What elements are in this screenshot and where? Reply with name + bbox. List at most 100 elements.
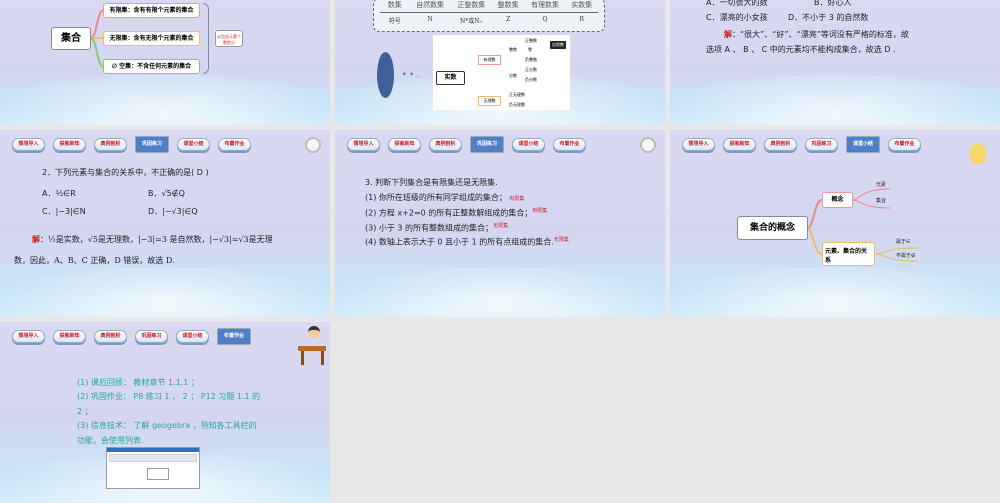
tree-irrational: 无理数 bbox=[478, 96, 501, 106]
slide-thumbnail-1[interactable]: 集合 有限集：含有有限个元素的集合 无限集：含有无限个元素的集合 ∅ 空集：不含… bbox=[0, 0, 330, 125]
solution-line-1: 解：“很大”、“好”、“漂亮”等词没有严格的标准，故 bbox=[724, 29, 909, 40]
slide-thumbnail-5[interactable]: 情境导入 探索新知 典例剖析 巩固练习 课堂小结 布置作业 3. 判断下列集合是有限集还是… bbox=[335, 130, 665, 317]
nav-item[interactable]: 情境导入 bbox=[682, 138, 715, 151]
leaf-element: 元素 bbox=[876, 182, 887, 188]
empty-set-label: 空集：不含任何元素的集合 bbox=[119, 63, 192, 70]
tree-negative-fraction: 负分数 bbox=[525, 77, 537, 82]
slide-thumbnail-6[interactable]: 情境导入 探索新知 典例剖析 巩固练习 课堂小结 布置作业 集合的概念 概念 元素、集合的… bbox=[670, 130, 1000, 317]
solution-line-2: 选项 A 、 B 、 C 中的元素均不能构成集合，故选 D . bbox=[706, 45, 896, 54]
option-c: C．漂亮的小女孩 bbox=[706, 13, 768, 22]
nav-item[interactable]: 探索新知 bbox=[53, 138, 86, 151]
nav-item[interactable]: 典例剖析 bbox=[94, 330, 127, 343]
table-header-cell: 自然数集 bbox=[416, 1, 445, 9]
empty-set-node: ∅ 空集：不含任何元素的集合 bbox=[103, 59, 200, 74]
tree-root: 实数 bbox=[436, 71, 465, 85]
homework-line-4: (3) 信息技术： 了解 geogebra ，熟知各工具栏的 bbox=[77, 421, 257, 430]
nav-item[interactable]: 布置作业 bbox=[553, 138, 586, 151]
option-b: B．好心人 bbox=[814, 0, 852, 7]
slide-nav: 情境导入 探索新知 典例剖析 巩固练习 课堂小结 布置作业 bbox=[347, 136, 586, 153]
student-at-desk-icon bbox=[298, 326, 326, 366]
tree-zero: 零 bbox=[528, 47, 532, 52]
geogebra-screenshot bbox=[106, 447, 200, 489]
nav-item[interactable]: 典例剖析 bbox=[429, 138, 462, 151]
relation-node: 元素、集合的关系 bbox=[822, 242, 875, 266]
nav-item[interactable]: 探索新知 bbox=[723, 138, 756, 151]
answer: 有限集 bbox=[532, 208, 548, 214]
table-header-cell: 整数集 bbox=[497, 1, 519, 9]
slide-thumbnail-4[interactable]: 情境导入 探索新知 典例剖析 巩固练习 课堂小结 布置作业 2．下列元素与集合的关系中，不… bbox=[0, 130, 330, 317]
nav-item-active[interactable]: 布置作业 bbox=[217, 328, 251, 345]
nav-item[interactable]: 课堂小结 bbox=[177, 138, 210, 151]
tree-fraction: 分数 bbox=[509, 73, 517, 78]
table-cell: Z bbox=[506, 16, 511, 23]
slide-nav: 情境导入 探索新知 典例剖析 巩固练习 课堂小结 布置作业 bbox=[682, 136, 921, 153]
leaf-belongs: 属于∈ bbox=[896, 239, 911, 245]
solution-text: ½是实数，√5是无理数，|−3|=3 是自然数，|−√3|=√3是无理 bbox=[48, 235, 273, 244]
table-cell: R bbox=[579, 16, 585, 23]
ellipsis-dots: • • . bbox=[402, 70, 420, 79]
cat-megaphone-icon bbox=[970, 144, 986, 164]
empty-set-symbol: ∅ bbox=[111, 63, 118, 70]
nav-item[interactable]: 探索新知 bbox=[53, 330, 86, 343]
option-a: A．½∈R bbox=[42, 189, 76, 198]
table-cell: N bbox=[427, 16, 433, 23]
item-4: (4) 数轴上表示大于 0 且小于 1 的所有点组成的集合.无限集 bbox=[365, 237, 569, 247]
slide-thumbnail-7[interactable]: 情境导入 探索新知 典例剖析 巩固练习 课堂小结 布置作业 (1) 课后回顾： 教材章节 … bbox=[0, 322, 330, 503]
homework-line-5: 功能，会使用列表. bbox=[77, 436, 144, 445]
slide-nav: 情境导入 探索新知 典例剖析 巩固练习 课堂小结 布置作业 bbox=[12, 136, 251, 153]
tree-positive-irrational: 正无理数 bbox=[509, 92, 525, 97]
mindmap-root: 集合的概念 bbox=[737, 216, 808, 240]
nav-item[interactable]: 巩固练习 bbox=[805, 138, 838, 151]
table-header-cell: 有理数集 bbox=[530, 1, 559, 9]
homework-line-2: (2) 巩固作业： P8 练习 1 ， 2 ； P12 习题 1.1 的 bbox=[77, 392, 261, 401]
nav-item[interactable]: 典例剖析 bbox=[94, 138, 127, 151]
table-header-cell: 实数集 bbox=[571, 1, 593, 9]
infinite-set-node: 无限集：含有无限个元素的集合 bbox=[103, 31, 200, 46]
nav-item[interactable]: 课堂小结 bbox=[176, 330, 209, 343]
nav-item-active[interactable]: 巩固练习 bbox=[135, 136, 169, 153]
table-header-cell: 正整数集 bbox=[457, 1, 486, 9]
solution-text: ：“很大”、“好”、“漂亮”等词没有严格的标准，故 bbox=[732, 30, 909, 39]
option-b: B．√5∉Q bbox=[148, 189, 185, 198]
slide-thumbnail-3[interactable]: A．一切很大的数 B．好心人 C．漂亮的小女孩 D．不小于 3 的自然数 解：“… bbox=[670, 0, 1000, 125]
leaf-not-belongs: 不属于∉ bbox=[896, 253, 916, 259]
tree-rational: 有理数 bbox=[478, 55, 501, 65]
tree-positive-fraction: 正分数 bbox=[525, 67, 537, 72]
nav-item[interactable]: 布置作业 bbox=[218, 138, 251, 151]
number-set-table: 数集 自然数集 正整数集 整数集 有理数集 实数集 符号 N N*或N₊ Z Q R bbox=[373, 0, 605, 32]
homework-line-1: (1) 课后回顾： 教材章节 1.1.1 ； bbox=[77, 378, 199, 387]
classification-note: 从包含元素个数划分 bbox=[215, 30, 243, 47]
alarm-clock-icon bbox=[305, 137, 321, 153]
nav-item[interactable]: 情境导入 bbox=[347, 138, 380, 151]
table-cell: N*或N₊ bbox=[459, 18, 483, 25]
answer: 无限集 bbox=[493, 223, 509, 229]
mindmap-root: 集合 bbox=[51, 27, 91, 50]
option-d: D．不小于 3 的自然数 bbox=[788, 13, 869, 22]
tree-negative-integer: 负整数 bbox=[525, 57, 537, 62]
nav-item[interactable]: 巩固练习 bbox=[135, 330, 168, 343]
slide-nav: 情境导入 探索新知 典例剖析 巩固练习 课堂小结 布置作业 bbox=[12, 328, 251, 345]
table-cell: 符号 bbox=[388, 18, 401, 25]
concept-node: 概念 bbox=[822, 192, 853, 208]
answer: 无限集 bbox=[553, 237, 569, 243]
nav-item[interactable]: 典例剖析 bbox=[764, 138, 797, 151]
alarm-clock-icon bbox=[640, 137, 656, 153]
nav-item[interactable]: 课堂小结 bbox=[512, 138, 545, 151]
nav-item[interactable]: 情境导入 bbox=[12, 330, 45, 343]
nav-item[interactable]: 情境导入 bbox=[12, 138, 45, 151]
answer: 有限集 bbox=[509, 196, 525, 202]
item-3: (3) 小于 3 的所有整数组成的集合；无限集 bbox=[365, 223, 509, 233]
question: 3. 判断下列集合是有限集还是无限集. bbox=[365, 178, 498, 187]
table-header-cell: 数集 bbox=[387, 1, 402, 9]
nav-item-active[interactable]: 课堂小结 bbox=[846, 136, 880, 153]
tree-natural: 自然数 bbox=[550, 41, 566, 49]
slide-thumbnail-2[interactable]: 数集 自然数集 正整数集 整数集 有理数集 实数集 符号 N N*或N₊ Z Q R • • . 实… bbox=[335, 0, 665, 125]
nav-item[interactable]: 布置作业 bbox=[888, 138, 921, 151]
nav-item[interactable]: 探索新知 bbox=[388, 138, 421, 151]
tree-integer: 整数 bbox=[509, 47, 517, 52]
mindmap-lines bbox=[808, 188, 919, 262]
nav-item-active[interactable]: 巩固练习 bbox=[470, 136, 504, 153]
leaf-set: 集合 bbox=[876, 198, 887, 204]
item-1: (1) 你所在班级的所有同学组成的集合； 有限集 bbox=[365, 193, 525, 202]
question: 2．下列元素与集合的关系中，不正确的是( D ) bbox=[42, 168, 209, 177]
